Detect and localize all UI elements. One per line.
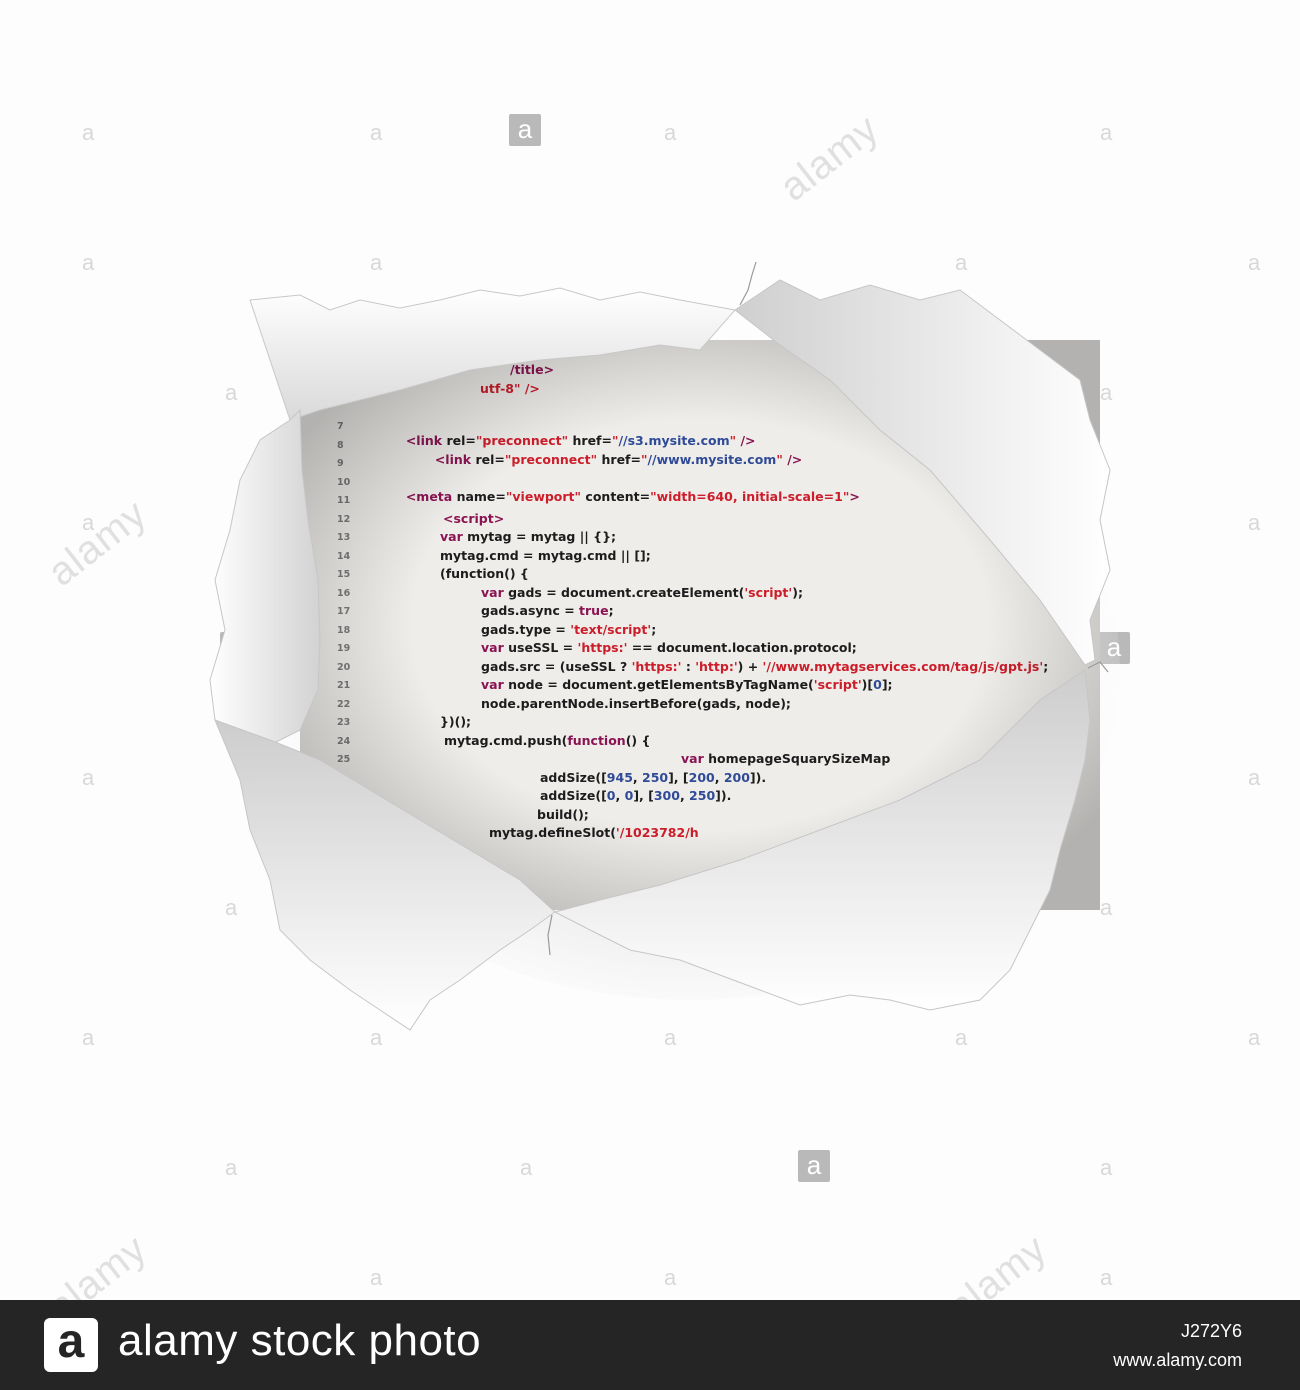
code-line-15: (function() { — [440, 566, 529, 581]
watermark-letter: a — [955, 1025, 968, 1050]
watermark-logo-box: a — [509, 114, 541, 146]
watermark-word: alamy — [40, 491, 156, 595]
code-line-23: })(); — [440, 714, 472, 729]
code-line-18: gads.type = 'text/script'; — [481, 622, 657, 637]
code-line-22: node.parentNode.insertBefore(gads, node)… — [481, 696, 791, 711]
code-line-26: addSize([945, 250], [200, 200]). — [540, 770, 767, 785]
watermark-letter: a — [664, 1025, 677, 1050]
code-line-28: build(); — [537, 807, 589, 822]
code-line-19: var useSSL = 'https:' == document.locati… — [481, 640, 857, 655]
line-number: 9 — [337, 458, 344, 469]
code-line-16: var gads = document.createElement('scrip… — [481, 585, 803, 600]
site-url: www.alamy.com — [1113, 1350, 1242, 1370]
code-line-13: var mytag = mytag || {}; — [440, 529, 616, 544]
code-line-24: mytag.cmd.push(function() { — [444, 733, 651, 748]
line-number: 11 — [337, 495, 351, 506]
line-number: 21 — [337, 680, 351, 691]
line-number: 16 — [337, 588, 351, 599]
line-number: 10 — [337, 477, 351, 488]
watermark-letter: a — [1100, 1265, 1113, 1290]
watermark-letter: a — [520, 1155, 533, 1180]
watermark-letter: a — [1248, 1025, 1261, 1050]
line-number: 8 — [337, 440, 344, 451]
watermark-letter: a — [225, 895, 238, 920]
line-number: 18 — [337, 625, 351, 636]
watermark-letter: a — [370, 120, 383, 145]
watermark-logo-box: a — [798, 1150, 830, 1182]
code-listing: /title> utf-8" /> 7 <link rel="preconnec… — [300, 340, 1100, 910]
watermark-letter: a — [1100, 1155, 1113, 1180]
watermark-letter: a — [1248, 250, 1261, 275]
watermark-letter: a — [82, 1025, 95, 1050]
code-line-27: addSize([0, 0], [300, 250]). — [540, 788, 732, 803]
brand-logo: a — [44, 1318, 98, 1372]
watermark-letter: a — [225, 1155, 238, 1180]
code-line-14: mytag.cmd = mytag.cmd || []; — [440, 548, 651, 563]
line-number: 23 — [337, 717, 351, 728]
watermark-logo-box: a — [220, 632, 252, 664]
line-number: 19 — [337, 643, 351, 654]
watermark-letter: a — [1100, 120, 1113, 145]
photo-area: a a a a a a a a a a a a a a a a a a a a … — [0, 0, 1300, 1330]
watermark-letter: a — [82, 120, 95, 145]
code-partial-line: /title> — [510, 362, 555, 377]
image-id: J272Y6 — [1180, 1321, 1242, 1341]
code-line-25: var homepageSquarySizeMap — [681, 751, 891, 766]
watermark-word: alamy — [772, 106, 888, 210]
code-line-21: var node = document.getElementsByTagName… — [481, 677, 893, 692]
watermark-letter: a — [664, 120, 677, 145]
watermark-letter: a — [82, 250, 95, 275]
code-partial-line: utf-8" /> — [480, 381, 540, 396]
watermark-letter: a — [370, 250, 383, 275]
code-line-29: mytag.defineSlot('/1023782/h — [489, 825, 699, 840]
line-number: 22 — [337, 699, 351, 710]
watermark-letter: a — [82, 765, 95, 790]
watermark-letter: a — [225, 380, 238, 405]
line-number: 14 — [337, 551, 351, 562]
code-line-12: <script> — [443, 511, 505, 526]
watermark-letter: a — [1248, 765, 1261, 790]
line-number: 13 — [337, 532, 351, 543]
line-number: 15 — [337, 569, 351, 580]
watermark-letter: a — [1248, 510, 1261, 535]
line-number: 24 — [337, 736, 351, 747]
line-number: 17 — [337, 606, 351, 617]
watermark-letter: a — [955, 250, 968, 275]
watermark-letter: a — [664, 1265, 677, 1290]
watermark-letter: a — [370, 1265, 383, 1290]
watermark-letter: a — [370, 1025, 383, 1050]
line-number: 12 — [337, 514, 351, 525]
line-number: 7 — [337, 421, 344, 432]
line-number: 20 — [337, 662, 351, 673]
line-number: 25 — [337, 754, 351, 765]
brand-name: alamy stock photo — [118, 1316, 482, 1365]
code-line-20: gads.src = (useSSL ? 'https:' : 'http:')… — [481, 659, 1049, 674]
code-line-17: gads.async = true; — [481, 603, 614, 618]
code-window: /title> utf-8" /> 7 <link rel="preconnec… — [300, 340, 1100, 910]
